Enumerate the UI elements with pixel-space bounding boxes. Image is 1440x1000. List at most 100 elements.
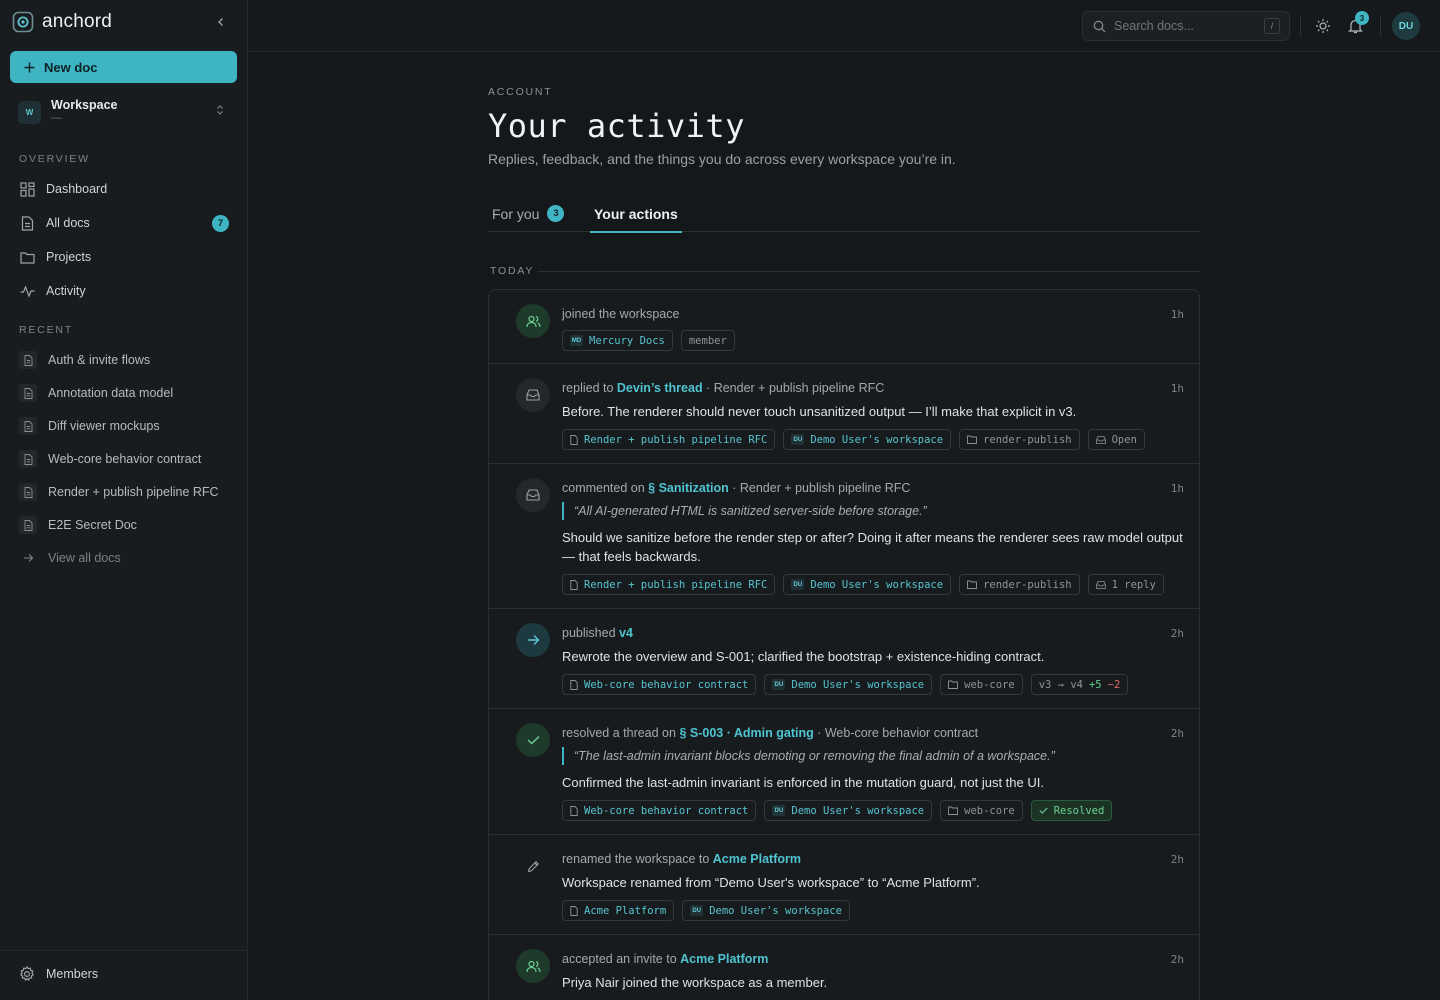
workspace-chip[interactable]: DU Demo User's workspace bbox=[682, 900, 850, 921]
entry-avatar bbox=[516, 623, 550, 657]
doc-chip[interactable]: Web-core behavior contract bbox=[562, 674, 757, 695]
users-icon bbox=[525, 315, 541, 327]
nav-projects[interactable]: Projects bbox=[19, 246, 229, 268]
activity-entry[interactable]: resolved a thread on § S-003 · Admin gat… bbox=[489, 709, 1199, 835]
version-diff-chip[interactable]: v3 → v4 +5 −2 bbox=[1030, 674, 1129, 695]
activity-entry[interactable]: renamed the workspace to Acme Platform 2… bbox=[489, 835, 1199, 935]
entry-headline: commented on § Sanitization · Render + p… bbox=[562, 481, 910, 495]
view-all-docs-link[interactable]: View all docs bbox=[19, 547, 231, 569]
entry-chips: Web-core behavior contract DU Demo User's… bbox=[562, 800, 1113, 821]
entry-action-text: resolved a thread on bbox=[562, 726, 680, 740]
chip-label: web-core bbox=[964, 804, 1015, 817]
activity-entry[interactable]: replied to Devin’s thread · Render + pub… bbox=[489, 364, 1199, 464]
workspace-chip[interactable]: MD Mercury Docs bbox=[562, 330, 673, 351]
activity-entry[interactable]: accepted an invite to Acme Platform 2h P… bbox=[489, 935, 1199, 1000]
recent-doc-label: E2E Secret Doc bbox=[48, 518, 137, 532]
tab-for-you[interactable]: For you 3 bbox=[488, 195, 568, 232]
recent-doc-item[interactable]: Diff viewer mockups bbox=[19, 415, 231, 437]
folder-icon bbox=[19, 251, 35, 264]
nav-dashboard[interactable]: Dashboard bbox=[19, 178, 229, 200]
project-chip[interactable]: web-core bbox=[940, 674, 1023, 695]
recent-doc-label: Diff viewer mockups bbox=[48, 419, 160, 433]
search-box[interactable]: / bbox=[1082, 11, 1290, 41]
activity-entry[interactable]: published v4 2h Rewrote the overview and… bbox=[489, 609, 1199, 709]
tab-your-actions[interactable]: Your actions bbox=[590, 195, 682, 233]
section-link[interactable]: § Sanitization bbox=[648, 481, 729, 495]
workspace-avatar: W bbox=[18, 100, 41, 124]
user-avatar[interactable]: DU bbox=[1392, 12, 1420, 40]
entry-time: 1h bbox=[1170, 382, 1184, 395]
thread-link[interactable]: Devin’s thread bbox=[617, 381, 703, 395]
brand[interactable]: anchord bbox=[12, 10, 112, 34]
recent-doc-item[interactable]: E2E Secret Doc bbox=[19, 514, 231, 536]
page-title: Your activity bbox=[488, 107, 745, 145]
recent-doc-item[interactable]: Render + publish pipeline RFC bbox=[19, 481, 231, 503]
entry-headline: replied to Devin’s thread · Render + pub… bbox=[562, 381, 884, 395]
theme-toggle-button[interactable] bbox=[1313, 16, 1333, 36]
chip-label: Web-core behavior contract bbox=[584, 804, 749, 817]
activity-entry[interactable]: joined the workspace 1h MD Mercury Docs m… bbox=[489, 290, 1199, 364]
entry-avatar bbox=[516, 949, 550, 983]
project-chip[interactable]: render-publish bbox=[959, 429, 1080, 450]
doc-chip[interactable]: Web-core behavior contract bbox=[562, 800, 757, 821]
nav-activity[interactable]: Activity bbox=[19, 280, 229, 302]
workspace-mini-avatar: DU bbox=[772, 679, 786, 690]
collapse-sidebar-button[interactable] bbox=[212, 13, 230, 31]
section-link[interactable]: § S-003 · Admin gating bbox=[679, 726, 813, 740]
nav-all-docs[interactable]: All docs 7 bbox=[19, 212, 229, 234]
recent-doc-item[interactable]: Web-core behavior contract bbox=[19, 448, 231, 470]
recent-doc-item[interactable]: Auth & invite flows bbox=[19, 349, 231, 371]
activity-entry[interactable]: commented on § Sanitization · Render + p… bbox=[489, 464, 1199, 609]
entry-chips: Web-core behavior contract DU Demo User's… bbox=[562, 674, 1129, 695]
workspace-switcher[interactable]: W Workspace — bbox=[18, 98, 230, 126]
entry-context-text: · Render + publish pipeline RFC bbox=[728, 481, 911, 495]
entry-action-text: replied to bbox=[562, 381, 617, 395]
version-link[interactable]: v4 bbox=[619, 626, 633, 640]
entry-headline: published v4 bbox=[562, 626, 633, 640]
chip-label: Web-core behavior contract bbox=[584, 678, 749, 691]
workspace-chip[interactable]: DU Demo User's workspace bbox=[764, 674, 933, 695]
chip-label: 1 reply bbox=[1111, 578, 1156, 591]
page-eyebrow: ACCOUNT bbox=[488, 86, 553, 98]
pulse-icon bbox=[20, 284, 34, 298]
workspace-mini-avatar: MD bbox=[570, 335, 583, 346]
search-input[interactable] bbox=[1114, 19, 1254, 33]
chip-label: render-publish bbox=[983, 433, 1072, 446]
all-docs-count-badge: 7 bbox=[212, 214, 229, 232]
doc-chip[interactable]: Render + publish pipeline RFC bbox=[562, 429, 776, 450]
doc-chip[interactable]: Acme Platform bbox=[562, 900, 675, 921]
role-chip: member bbox=[680, 330, 735, 351]
workspace-chip[interactable]: DU Demo User's workspace bbox=[764, 800, 933, 821]
entry-body: Should we sanitize before the render ste… bbox=[562, 530, 1183, 564]
workspace-mini-avatar: DU bbox=[791, 434, 805, 445]
project-chip[interactable]: render-publish bbox=[959, 574, 1080, 595]
members-link[interactable]: Members bbox=[19, 966, 98, 982]
entry-action-text: joined the workspace bbox=[562, 307, 680, 321]
workspace-chip[interactable]: DU Demo User's workspace bbox=[783, 429, 952, 450]
nav-label: Activity bbox=[46, 284, 86, 298]
recent-doc-item[interactable]: Annotation data model bbox=[19, 382, 231, 404]
inbox-icon bbox=[1095, 435, 1106, 444]
entry-quote: “The last-admin invariant blocks demotin… bbox=[562, 747, 1182, 765]
pencil-icon bbox=[527, 860, 539, 872]
sun-icon bbox=[1316, 19, 1330, 33]
workspace-link[interactable]: Acme Platform bbox=[680, 952, 768, 966]
entry-avatar bbox=[516, 304, 550, 338]
activity-tabs: For you 3 Your actions bbox=[488, 195, 1200, 233]
project-chip[interactable]: web-core bbox=[940, 800, 1023, 821]
workspace-link[interactable]: Acme Platform bbox=[713, 852, 801, 866]
entry-time: 1h bbox=[1170, 308, 1184, 321]
chip-label: Render + publish pipeline RFC bbox=[584, 578, 768, 591]
workspace-chip[interactable]: DU Demo User's workspace bbox=[783, 574, 952, 595]
chip-label: Mercury Docs bbox=[589, 334, 665, 347]
reply-count-chip[interactable]: 1 reply bbox=[1087, 574, 1164, 595]
entry-body: Workspace renamed from “Demo User's work… bbox=[562, 875, 980, 890]
new-doc-button[interactable]: New doc bbox=[10, 51, 237, 83]
inbox-icon bbox=[526, 489, 540, 501]
doc-chip[interactable]: Render + publish pipeline RFC bbox=[562, 574, 776, 595]
for-you-count-badge: 3 bbox=[547, 205, 565, 222]
notifications-button[interactable]: 3 bbox=[1345, 11, 1369, 36]
entry-context-text: · Web-core behavior contract bbox=[813, 726, 979, 740]
entry-avatar bbox=[516, 478, 550, 512]
nav-label: Dashboard bbox=[46, 182, 108, 196]
